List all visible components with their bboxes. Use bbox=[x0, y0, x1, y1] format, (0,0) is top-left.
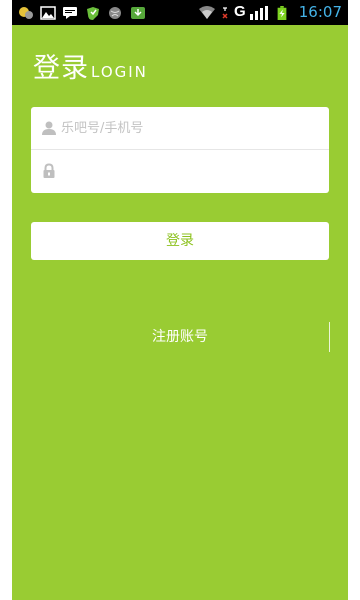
image-icon bbox=[40, 6, 56, 20]
account-row bbox=[31, 107, 329, 150]
password-input[interactable] bbox=[61, 160, 311, 182]
user-icon bbox=[42, 121, 56, 135]
globe-icon bbox=[109, 7, 121, 19]
battery-charging-icon bbox=[277, 6, 287, 20]
notification-app-icon bbox=[19, 7, 33, 19]
status-bar: G 16:07 bbox=[12, 0, 348, 25]
divider bbox=[329, 322, 330, 352]
signal-icon bbox=[250, 6, 268, 20]
login-button[interactable]: 登录 bbox=[31, 222, 329, 260]
network-type-label: G bbox=[234, 3, 246, 20]
title-main: 登录 bbox=[33, 53, 89, 84]
account-input[interactable] bbox=[61, 117, 311, 139]
page-title: 登录 LOGIN bbox=[33, 46, 148, 85]
login-form bbox=[31, 107, 329, 193]
shield-icon bbox=[87, 7, 99, 20]
password-row bbox=[31, 150, 329, 193]
wifi-icon bbox=[199, 6, 215, 19]
chat-icon bbox=[63, 7, 77, 19]
signal-indicator-icon bbox=[222, 7, 228, 19]
download-icon bbox=[131, 7, 145, 19]
lock-icon bbox=[43, 163, 55, 178]
app-screen: G 16:07 登录 LOGIN 乐吧号/手机号 登录 注册账号 bbox=[12, 0, 348, 600]
status-clock: 16:07 bbox=[298, 3, 342, 21]
register-link[interactable]: 注册账号 bbox=[12, 326, 348, 348]
title-subtitle: LOGIN bbox=[91, 63, 148, 81]
